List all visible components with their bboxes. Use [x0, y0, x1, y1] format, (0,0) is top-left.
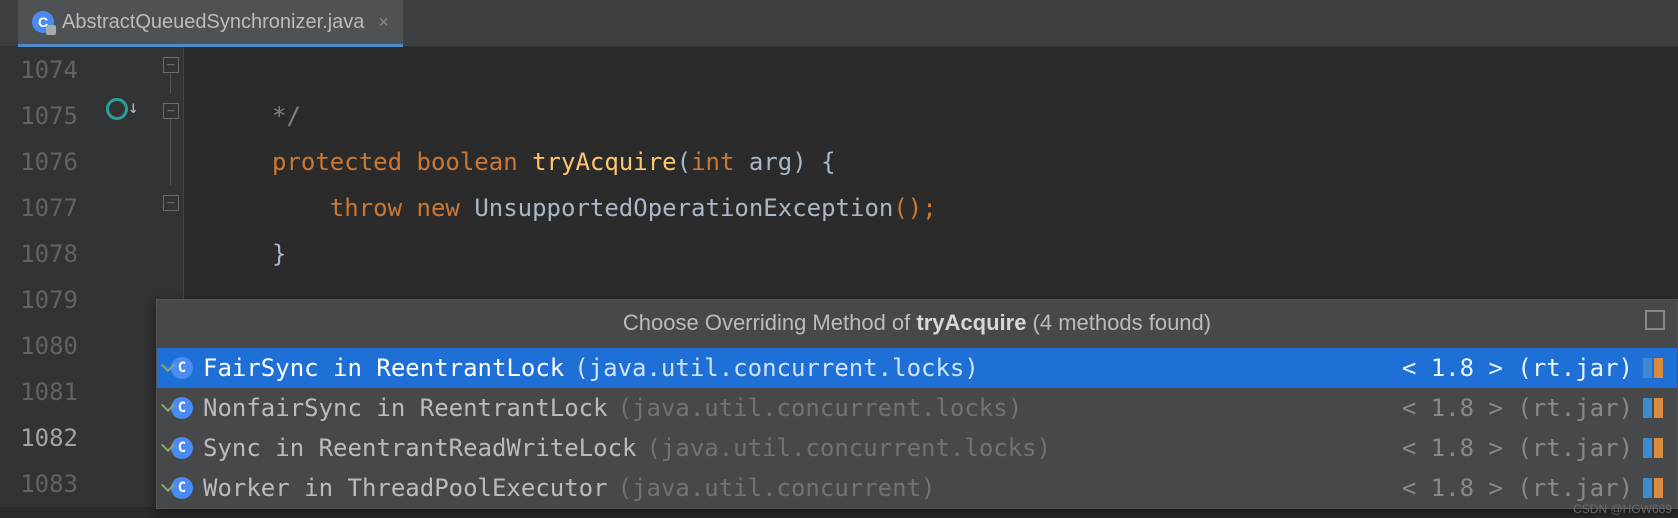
override-chooser-popup: Choose Overriding Method of tryAcquire (… [156, 299, 1678, 509]
option-package: (java.util.concurrent.locks) [574, 354, 979, 382]
option-package: (java.util.concurrent.locks) [618, 394, 1023, 422]
fold-toggle-icon[interactable]: − [163, 57, 179, 73]
class-icon: C [171, 477, 193, 499]
line-number: 1080 [8, 323, 78, 369]
option-label: Worker in ThreadPoolExecutor [203, 474, 608, 502]
brace: } [272, 240, 286, 268]
type-name: UnsupportedOperationException [474, 194, 893, 222]
option-meta: < 1.8 > (rt.jar) [1402, 394, 1633, 422]
fold-guide [170, 73, 171, 93]
overridden-method-icon[interactable] [106, 98, 128, 120]
arrow-down-icon: ↓ [128, 97, 139, 118]
param: arg [734, 148, 792, 176]
keyword: int [691, 148, 734, 176]
line-number-gutter: 1074 1075 1076 1077 1078 1079 1080 1081 … [0, 47, 92, 507]
class-icon: C [171, 397, 193, 419]
file-tab[interactable]: C AbstractQueuedSynchronizer.java × [18, 0, 403, 47]
option-meta: < 1.8 > (rt.jar) [1402, 434, 1633, 462]
option-label: Sync in ReentrantReadWriteLock [203, 434, 636, 462]
line-number: 1074 [8, 47, 78, 93]
popup-title-prefix: Choose Overriding Method of [623, 310, 917, 335]
keyword: throw [330, 194, 402, 222]
library-icon [1643, 438, 1663, 458]
code-comment: */ [272, 102, 301, 130]
library-icon [1643, 358, 1663, 378]
option-package: (java.util.concurrent.locks) [646, 434, 1051, 462]
keyword: boolean [417, 148, 518, 176]
line-number: 1076 [8, 139, 78, 185]
method-name: tryAcquire [532, 148, 677, 176]
line-number: 1083 [8, 461, 78, 507]
option-meta: < 1.8 > (rt.jar) [1402, 354, 1633, 382]
override-option[interactable]: C FairSync in ReentrantLock (java.util.c… [157, 348, 1677, 388]
tab-filename: AbstractQueuedSynchronizer.java [62, 11, 364, 34]
fold-guide [170, 119, 171, 185]
line-number: 1079 [8, 277, 78, 323]
option-meta: < 1.8 > (rt.jar) [1402, 474, 1633, 502]
popup-title-suffix: (4 methods found) [1026, 310, 1211, 335]
class-icon: C [171, 437, 193, 459]
override-option[interactable]: C Worker in ThreadPoolExecutor (java.uti… [157, 468, 1677, 508]
brace: ) { [792, 148, 835, 176]
pin-icon[interactable] [1645, 310, 1665, 330]
library-icon [1643, 398, 1663, 418]
line-number: 1077 [8, 185, 78, 231]
gutter-icons: ↓ [92, 47, 160, 507]
editor-tabs: C AbstractQueuedSynchronizer.java × [0, 0, 1678, 47]
popup-title: Choose Overriding Method of tryAcquire (… [157, 300, 1677, 348]
line-number: 1081 [8, 369, 78, 415]
code-editor[interactable]: 1074 1075 1076 1077 1078 1079 1080 1081 … [0, 47, 1678, 507]
override-option[interactable]: C NonfairSync in ReentrantLock (java.uti… [157, 388, 1677, 428]
option-label: NonfairSync in ReentrantLock [203, 394, 608, 422]
punct: (); [893, 194, 936, 222]
class-file-icon: C [32, 11, 54, 33]
library-icon [1643, 478, 1663, 498]
override-option[interactable]: C Sync in ReentrantReadWriteLock (java.u… [157, 428, 1677, 468]
line-number: 1078 [8, 231, 78, 277]
keyword: new [417, 194, 460, 222]
paren: ( [677, 148, 691, 176]
close-icon[interactable]: × [378, 12, 389, 33]
line-number-current: 1082 [8, 415, 78, 461]
option-package: (java.util.concurrent) [618, 474, 936, 502]
fold-toggle-icon[interactable]: − [163, 103, 179, 119]
option-label: FairSync in ReentrantLock [203, 354, 564, 382]
fold-toggle-icon[interactable]: − [163, 195, 179, 211]
line-number: 1075 [8, 93, 78, 139]
popup-title-method: tryAcquire [916, 310, 1026, 335]
watermark: CSDN @HGW689 [1573, 502, 1672, 516]
class-icon: C [171, 357, 193, 379]
keyword: protected [272, 148, 402, 176]
